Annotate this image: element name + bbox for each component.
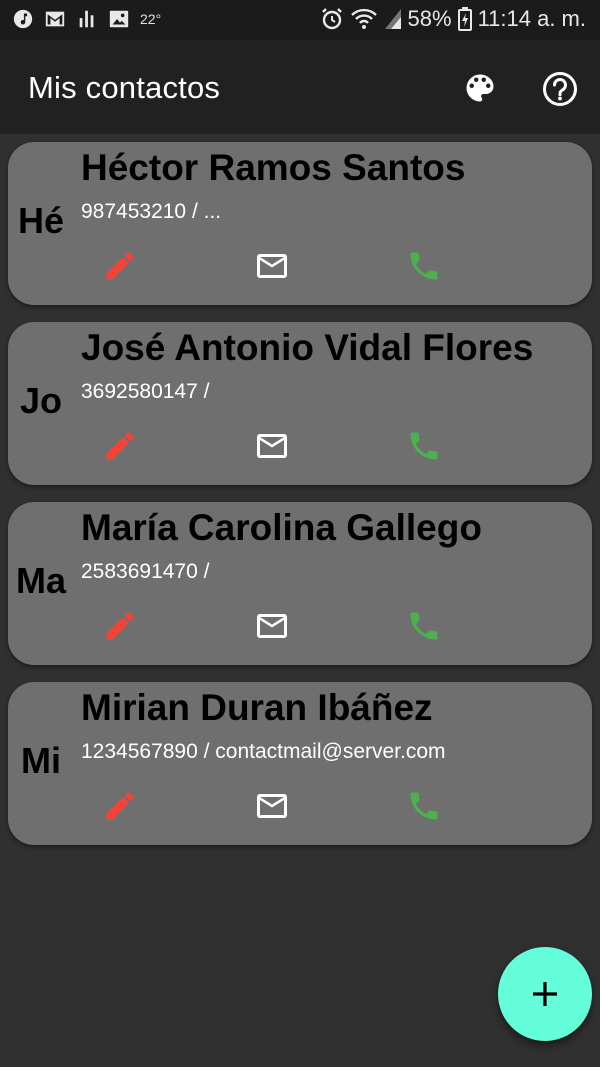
add-contact-button[interactable] <box>498 947 592 1041</box>
help-button[interactable] <box>541 70 579 108</box>
phone-icon <box>410 432 438 460</box>
battery-icon <box>457 7 472 31</box>
mail-notification-icon <box>45 11 65 27</box>
contact-card[interactable]: Jo José Antonio Vidal Flores 3692580147 … <box>8 322 592 485</box>
contact-name: José Antonio Vidal Flores <box>81 327 534 368</box>
contact-name: María Carolina Gallego <box>81 507 482 548</box>
page-title: Mis contactos <box>28 70 221 105</box>
music-notification-icon <box>13 9 33 29</box>
email-contact-button[interactable] <box>252 426 292 466</box>
contact-card[interactable]: Mi Mirian Duran Ibáñez 1234567890 / cont… <box>8 682 592 845</box>
contact-card[interactable]: Hé Héctor Ramos Santos 987453210 / ... <box>8 142 592 305</box>
mail-icon <box>257 614 287 638</box>
signal-icon <box>384 9 401 29</box>
edit-contact-button[interactable] <box>100 426 140 466</box>
contact-initials: Jo <box>19 380 62 421</box>
phone-icon <box>410 252 438 280</box>
contact-initials: Ma <box>15 560 66 601</box>
email-contact-button[interactable] <box>252 246 292 286</box>
theme-palette-button[interactable] <box>462 70 498 106</box>
stats-notification-icon <box>79 10 94 28</box>
palette-icon <box>466 74 494 102</box>
mail-icon <box>257 434 287 458</box>
edit-contact-button[interactable] <box>100 246 140 286</box>
system-icons: 58% 11:14 a. m. <box>320 6 586 32</box>
phone-icon <box>410 792 438 820</box>
help-icon <box>543 72 577 106</box>
pencil-icon <box>106 432 134 460</box>
call-contact-button[interactable] <box>404 246 444 286</box>
pencil-icon <box>106 612 134 640</box>
alarm-icon <box>321 8 342 30</box>
mail-icon <box>257 794 287 818</box>
contact-details: 1234567890 / contactmail@server.com <box>81 740 446 763</box>
edit-contact-button[interactable] <box>100 606 140 646</box>
battery-percent-text: 58% <box>407 6 452 31</box>
contact-initials: Hé <box>17 200 65 241</box>
plus-icon <box>533 982 557 1006</box>
contact-details: 987453210 / ... <box>81 200 222 223</box>
call-contact-button[interactable] <box>404 606 444 646</box>
email-contact-button[interactable] <box>252 786 292 826</box>
contact-initials: Mi <box>21 740 61 781</box>
pencil-icon <box>106 792 134 820</box>
app-bar: Mis contactos <box>0 40 600 134</box>
wifi-icon <box>350 8 377 29</box>
pencil-icon <box>106 252 134 280</box>
image-notification-icon <box>109 10 129 28</box>
notification-icons: 22° <box>12 8 161 30</box>
mail-icon <box>257 254 287 278</box>
edit-contact-button[interactable] <box>100 786 140 826</box>
phone-icon <box>410 612 438 640</box>
contact-details: 2583691470 / <box>81 560 210 583</box>
contact-details: 3692580147 / <box>81 380 210 403</box>
contact-name: Mirian Duran Ibáñez <box>81 687 433 728</box>
contact-card[interactable]: Ma María Carolina Gallego 2583691470 / <box>8 502 592 665</box>
call-contact-button[interactable] <box>404 426 444 466</box>
clock-text: 11:14 a. m. <box>477 6 586 31</box>
temperature-text: 22° <box>140 11 162 27</box>
call-contact-button[interactable] <box>404 786 444 826</box>
contact-name: Héctor Ramos Santos <box>81 147 466 188</box>
status-bar: 22° 58% 11:14 a. m. <box>0 0 600 40</box>
email-contact-button[interactable] <box>252 606 292 646</box>
